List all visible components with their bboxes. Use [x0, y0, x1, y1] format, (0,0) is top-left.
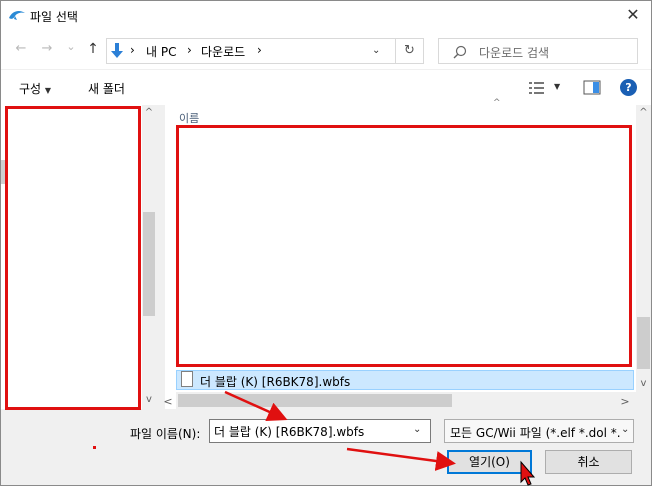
- annotation-arrow-to-filename: [224, 390, 288, 421]
- mouse-cursor-icon: [520, 460, 536, 486]
- annotation-arrows: [224, 390, 536, 486]
- annotation-arrow-to-open: [346, 447, 456, 471]
